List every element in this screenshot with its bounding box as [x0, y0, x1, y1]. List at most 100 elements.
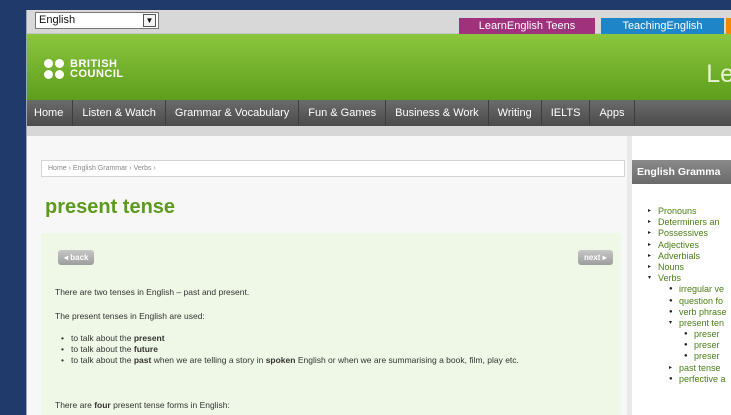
bullet-text: when we are telling a story in: [151, 355, 266, 365]
sidebar-item-label: preser: [694, 351, 720, 362]
list-item: to talk about the future: [61, 344, 601, 355]
sidebar-item[interactable]: ▸ Adverbials: [632, 251, 731, 262]
bullet-text: English or when we are summarising a boo…: [295, 355, 519, 365]
nav-ielts[interactable]: IELTS: [542, 100, 591, 126]
main-content: Home › English Grammar › Verbs › present…: [27, 136, 627, 415]
bullet-bold: past: [133, 355, 152, 365]
sidebar-item-label: verb phrase: [679, 306, 727, 317]
collapsed-arrow-icon: ▸: [648, 208, 652, 214]
sidebar-item-label: Adjectives: [658, 239, 700, 250]
bullet-icon: ●: [669, 286, 673, 293]
sidebar-item-label: irregular ve: [679, 284, 725, 295]
list-item: to talk about the present: [61, 333, 601, 344]
sidebar-item-label: Verbs: [658, 273, 682, 284]
logo-dots-icon: [44, 59, 66, 79]
sidebar-item[interactable]: ▸ Possessives: [632, 228, 731, 239]
collapsed-arrow-icon: ▸: [648, 252, 652, 259]
language-value: English: [39, 14, 76, 26]
sidebar-item[interactable]: ▾ Verbs: [632, 273, 731, 284]
bullet-bold: present: [133, 333, 165, 343]
nav-grammar-vocabulary[interactable]: Grammar & Vocabulary: [166, 100, 300, 126]
collapsed-arrow-icon: ▸: [648, 263, 652, 270]
browser-viewport: English ▼ LearnEnglish Teens TeachingEng…: [26, 10, 731, 415]
nav-home[interactable]: Home: [27, 100, 74, 126]
nav-divider: [27, 126, 731, 136]
breadcrumb[interactable]: Home › English Grammar › Verbs ›: [41, 160, 625, 177]
intro-paragraph: There are two tenses in English – past a…: [55, 287, 250, 297]
sidebar-menu: ▸ Pronouns ▸ Determiners an ▸ Possessives ▸ Adj…: [632, 206, 731, 385]
bullet-icon: ●: [669, 308, 673, 315]
sidebar-item-label: perfective a: [679, 373, 726, 384]
lesson-panel: ◂ back next ▸ There are two tenses in En…: [41, 233, 621, 415]
bullet-bold: future: [133, 344, 158, 354]
bullet-text: to talk about the: [71, 355, 134, 365]
list-item: to talk about the past when we are telli…: [61, 355, 601, 366]
nav-apps[interactable]: Apps: [590, 100, 635, 126]
expanded-arrow-icon: ▾: [648, 275, 652, 282]
next-button[interactable]: next ▸: [578, 250, 613, 265]
usage-list: to talk about the present to talk about …: [61, 333, 601, 366]
logo-text: BRITISH COUNCIL: [70, 59, 124, 80]
back-button[interactable]: ◂ back: [58, 250, 95, 265]
sidebar-item-label: preser: [694, 340, 720, 351]
nav-listen-watch[interactable]: Listen & Watch: [73, 100, 166, 126]
logo-line-2: COUNCIL: [70, 68, 124, 80]
forms-bold: four: [94, 400, 111, 410]
collapsed-arrow-icon: ▸: [648, 219, 652, 226]
usage-paragraph: The present tenses in English are used:: [55, 311, 205, 321]
sidebar-item-label: Possessives: [658, 228, 709, 239]
partner-link-tab[interactable]: [726, 18, 731, 34]
bullet-icon: ●: [669, 375, 673, 382]
nav-business-work[interactable]: Business & Work: [386, 100, 489, 126]
teachingenglish-link[interactable]: TeachingEnglish: [601, 18, 724, 34]
language-select[interactable]: English ▼: [35, 12, 159, 29]
main-nav: Home Listen & Watch Grammar & Vocabulary…: [27, 100, 731, 126]
sidebar-item[interactable]: ▸ Adjectives: [632, 240, 731, 251]
dropdown-arrow-icon[interactable]: ▼: [143, 14, 156, 27]
collapsed-arrow-icon: ▸: [669, 364, 673, 371]
british-council-logo[interactable]: BRITISH COUNCIL: [44, 57, 124, 81]
sidebar-item[interactable]: ● preser: [632, 329, 731, 340]
nav-writing[interactable]: Writing: [489, 100, 542, 126]
bullet-text: to talk about the: [71, 344, 134, 354]
sidebar-item[interactable]: ▾ present ten: [632, 318, 731, 329]
sidebar-item[interactable]: ● perfective a: [632, 374, 731, 385]
sidebar-item-label: question fo: [679, 295, 724, 306]
site-name-partial: Le: [706, 60, 731, 88]
bullet-icon: ●: [684, 331, 688, 338]
learnenglish-teens-link[interactable]: LearnEnglish Teens: [459, 18, 595, 34]
sidebar-item-label: past tense: [679, 362, 721, 373]
sidebar-item-label: preser: [694, 329, 720, 340]
sidebar-item[interactable]: ● preser: [632, 340, 731, 351]
sidebar-item-label: present ten: [679, 317, 725, 328]
bullet-icon: ●: [684, 342, 688, 349]
collapsed-arrow-icon: ▸: [648, 241, 652, 248]
site-header: BRITISH COUNCIL Le: [27, 34, 731, 100]
sidebar-item-label: Adverbials: [658, 250, 701, 261]
sidebar-item-label: Pronouns: [658, 206, 697, 216]
sidebar-item[interactable]: ● irregular ve: [632, 284, 731, 295]
forms-text: present tense forms in English:: [110, 400, 230, 410]
sidebar-item[interactable]: ● preser: [632, 351, 731, 362]
sidebar-heading: English Gramma: [632, 160, 731, 184]
bullet-icon: ●: [684, 353, 688, 360]
sidebar-item[interactable]: ▸ past tense: [632, 363, 731, 374]
collapsed-arrow-icon: ▸: [648, 230, 652, 237]
nav-fun-games[interactable]: Fun & Games: [299, 100, 387, 126]
sidebar-item-label: Determiners an: [658, 217, 720, 228]
sidebar-item[interactable]: ▸ Determiners an: [632, 217, 731, 228]
sidebar: English Gramma ▸ Pronouns ▸ Determiners an ▸…: [632, 136, 731, 415]
page-title: present tense: [45, 196, 176, 218]
forms-text: There are: [55, 400, 95, 410]
utility-bar: English ▼ LearnEnglish Teens TeachingEng…: [27, 10, 731, 34]
sidebar-item[interactable]: ● question fo: [632, 296, 731, 307]
sidebar-item-label: Nouns: [658, 261, 685, 272]
sidebar-item[interactable]: ▸ Nouns: [632, 262, 731, 273]
bullet-icon: ●: [669, 297, 673, 304]
bullet-text: to talk about the: [71, 333, 134, 343]
forms-paragraph: There are four present tense forms in En…: [55, 400, 230, 410]
sidebar-item[interactable]: ▸ Pronouns: [632, 206, 731, 217]
sidebar-item[interactable]: ● verb phrase: [632, 307, 731, 318]
expanded-arrow-icon: ▾: [669, 319, 673, 326]
bullet-bold: spoken: [265, 355, 296, 365]
